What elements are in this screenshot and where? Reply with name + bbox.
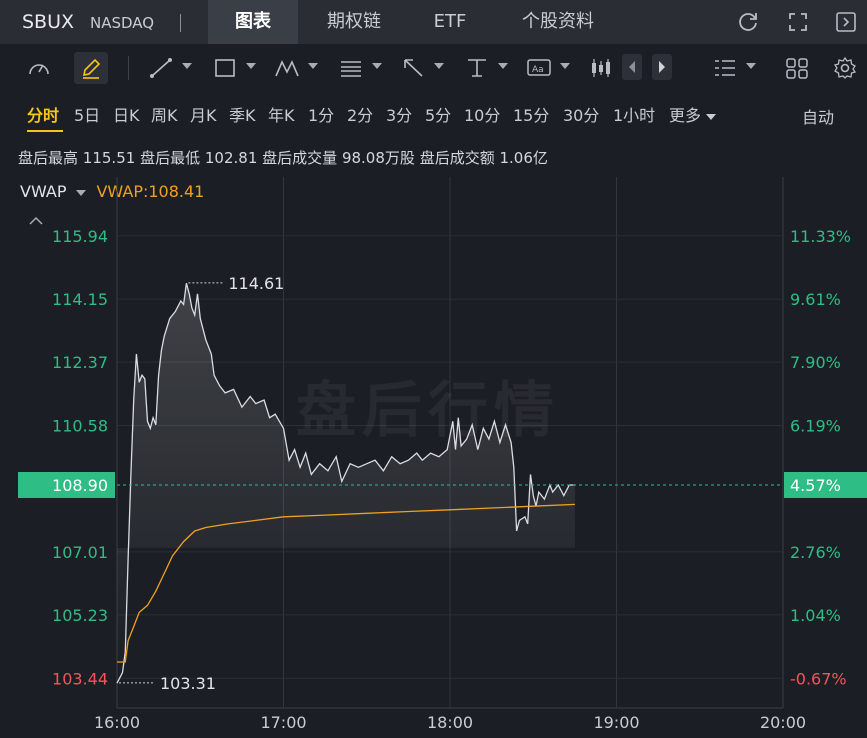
period-daily[interactable]: 日K (113, 102, 140, 126)
text-annotation-icon[interactable]: Aa (526, 56, 552, 80)
y-tick-label-right: 6.19% (790, 417, 841, 436)
period-5min[interactable]: 5分 (425, 102, 451, 126)
period-30min[interactable]: 30分 (563, 102, 599, 126)
current-pct-label: 4.57% (790, 476, 841, 495)
pattern-dropdown-caret[interactable] (308, 63, 318, 69)
period-1min[interactable]: 1分 (308, 102, 334, 126)
y-tick-label-left: 112.37 (52, 353, 108, 372)
grid-icon[interactable] (784, 56, 810, 80)
volume-label: 盘后成交量 (262, 149, 338, 167)
draw-pen-icon (82, 58, 101, 79)
auto-scale-toggle[interactable]: 自动 (802, 104, 834, 128)
text-annotation-dropdown-caret[interactable] (560, 63, 570, 69)
x-tick-label: 19:00 (593, 713, 639, 732)
y-tick-label-left: 114.15 (52, 290, 108, 309)
trend-line-icon[interactable] (148, 56, 174, 80)
rectangle-icon[interactable] (212, 56, 238, 80)
period-more[interactable]: 更多 (669, 102, 717, 126)
after-hours-summary: 盘后最高 115.51 盘后最低 102.81 盘后成交量 98.08万股 盘后… (18, 147, 548, 168)
svg-text:Aa: Aa (532, 65, 544, 75)
y-tick-label-left: 105.23 (52, 606, 108, 625)
trend-line-dropdown-caret[interactable] (182, 63, 192, 69)
layout-list-icon[interactable] (712, 56, 738, 80)
pattern-icon[interactable] (274, 56, 300, 80)
x-tick-label: 18:00 (427, 713, 473, 732)
settings-icon[interactable] (832, 56, 858, 80)
period-selector: 分时 5日 日K 周K 月K 季K 年K 1分 2分 3分 5分 10分 15分… (0, 92, 867, 134)
current-price-label: 108.90 (52, 476, 108, 495)
tab-chart[interactable]: 图表 (208, 0, 298, 44)
y-tick-label-right: -0.67% (790, 669, 847, 688)
x-tick-label: 17:00 (260, 713, 306, 732)
y-tick-label-left: 103.44 (52, 669, 108, 688)
y-tick-label-left: 110.58 (52, 417, 108, 436)
y-tick-label-right: 9.61% (790, 290, 841, 309)
measure-icon[interactable] (464, 56, 490, 80)
high-value: 115.51 (82, 149, 136, 167)
layout-dropdown-caret[interactable] (746, 63, 756, 69)
low-marker-label: 103.31 (160, 674, 216, 693)
refresh-icon[interactable] (736, 10, 760, 34)
period-15min[interactable]: 15分 (513, 102, 549, 126)
collapse-panel-icon[interactable] (834, 10, 858, 34)
y-tick-label-right: 2.76% (790, 543, 841, 562)
high-label: 盘后最高 (18, 149, 79, 167)
measure-dropdown-caret[interactable] (498, 63, 508, 69)
drawing-toolbar: Aa (0, 44, 867, 92)
fibonacci-icon[interactable] (338, 56, 364, 80)
price-chart[interactable]: 16:00 17:00 18:00 19:00 20:00 115.94 11.33% 114… (0, 175, 867, 738)
amount-value: 1.06亿 (499, 149, 548, 167)
next-button[interactable] (652, 54, 672, 80)
period-weekly[interactable]: 周K (151, 102, 178, 126)
low-value: 102.81 (204, 149, 258, 167)
y-tick-label-right: 11.33% (790, 227, 851, 246)
candlestick-icon[interactable] (588, 56, 614, 80)
prev-arrow-icon (629, 61, 635, 73)
arrow-dropdown-caret[interactable] (434, 63, 444, 69)
period-monthly[interactable]: 月K (190, 102, 217, 126)
period-5day[interactable]: 5日 (74, 102, 100, 126)
y-tick-label-right: 7.90% (790, 353, 841, 372)
top-bar: SBUX NASDAQ 图表 期权链 ETF 个股资料 (0, 0, 867, 44)
y-tick-label-right: 1.04% (790, 606, 841, 625)
ticker-symbol: SBUX (22, 11, 75, 33)
ticker-separator (180, 14, 181, 32)
period-10min[interactable]: 10分 (464, 102, 500, 126)
exchange-label: NASDAQ (90, 14, 155, 32)
x-tick-label: 20:00 (760, 713, 806, 732)
period-more-label: 更多 (669, 106, 702, 125)
tab-etf[interactable]: ETF (420, 0, 480, 44)
tab-options-chain[interactable]: 期权链 (312, 0, 396, 44)
draw-pen-button[interactable] (74, 52, 108, 84)
y-tick-label-left: 115.94 (52, 227, 108, 246)
high-marker-label: 114.61 (228, 274, 284, 293)
price-area-fill (117, 283, 575, 684)
next-arrow-icon (659, 61, 665, 73)
low-label: 盘后最低 (140, 149, 201, 167)
arrow-icon[interactable] (400, 56, 426, 80)
expand-icon[interactable] (786, 10, 810, 34)
period-intraday[interactable]: 分时 (27, 102, 59, 126)
period-quarterly[interactable]: 季K (229, 102, 256, 126)
period-2min[interactable]: 2分 (347, 102, 373, 126)
amount-label: 盘后成交额 (419, 149, 495, 167)
prev-button[interactable] (622, 54, 642, 80)
rectangle-dropdown-caret[interactable] (246, 63, 256, 69)
fibonacci-dropdown-caret[interactable] (372, 63, 382, 69)
period-3min[interactable]: 3分 (386, 102, 412, 126)
y-tick-label-left: 107.01 (52, 543, 108, 562)
x-tick-label: 16:00 (94, 713, 140, 732)
toolbar-separator (128, 56, 129, 80)
period-1hour[interactable]: 1小时 (613, 102, 655, 126)
volume-value: 98.08万股 (341, 149, 415, 167)
chevron-down-icon (706, 113, 717, 120)
indicator-gauge-icon[interactable] (26, 56, 52, 80)
tab-company-profile[interactable]: 个股资料 (506, 0, 610, 44)
watermark: 盘后行情 (296, 376, 560, 446)
period-yearly[interactable]: 年K (268, 102, 295, 126)
active-period-underline (27, 130, 63, 132)
